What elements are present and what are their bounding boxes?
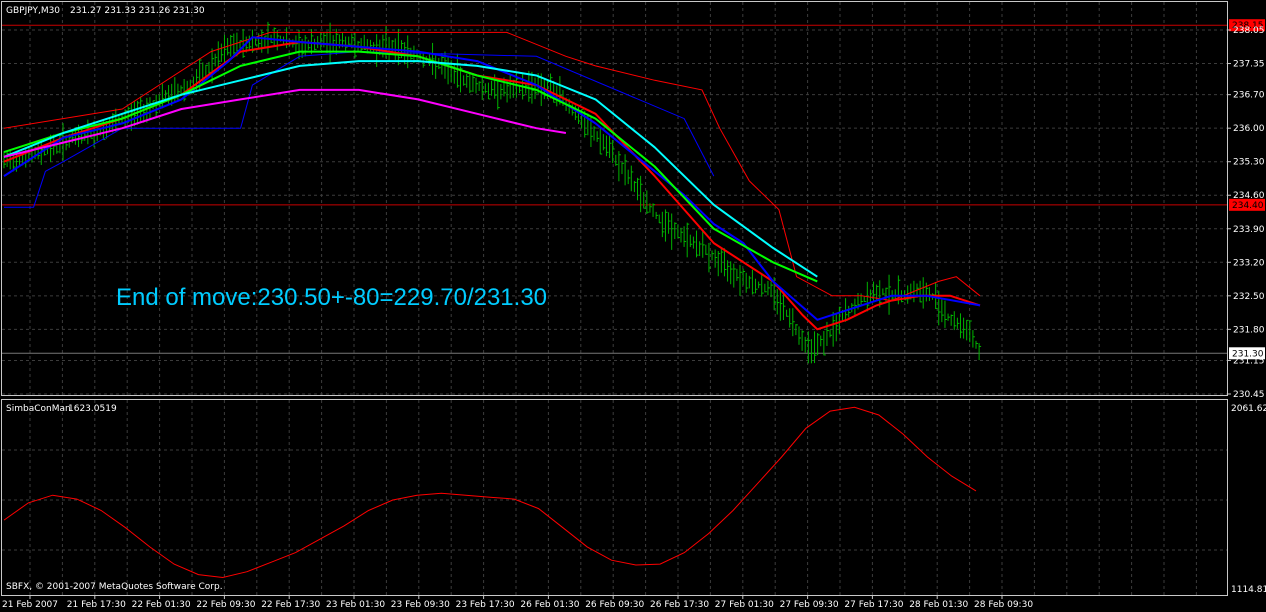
x-tick-label: 26 Feb 17:30 [650,600,709,610]
indicator-value: 1623.0519 [68,404,117,414]
x-tick-label: 22 Feb 17:30 [261,600,320,610]
x-tick-label: 26 Feb 09:30 [585,600,644,610]
annotation-text: End of move:230.50+-80=229.70/231.30 [116,284,547,311]
x-tick-label: 28 Feb 01:30 [909,600,968,610]
osc-min-label: 1114.8194 [1231,585,1266,595]
indicator-name: SimbaConMan [6,404,71,414]
x-tick-label: 27 Feb 01:30 [715,600,774,610]
x-tick-label: 26 Feb 01:30 [520,600,579,610]
x-tick-label: 21 Feb 17:30 [67,600,126,610]
x-tick-label: 27 Feb 17:30 [844,600,903,610]
x-tick-label: 23 Feb 09:30 [391,600,450,610]
x-tick-label: 21 Feb 2007 [2,600,58,610]
price-tag-label: 234.40 [1232,201,1264,211]
y-tick-label: 231.15 [1233,356,1265,366]
y-tick-label: 232.50 [1233,292,1265,302]
y-tick-label: 231.80 [1233,325,1265,335]
y-tick-label: 233.20 [1233,258,1265,268]
x-tick-label: 28 Feb 09:30 [974,600,1033,610]
y-tick-label: 235.30 [1233,158,1265,168]
y-tick-label: 236.00 [1233,124,1265,134]
trading-chart[interactable]: 238.15234.40231.30 238.05237.35236.70236… [0,0,1266,612]
x-tick-label: 22 Feb 01:30 [132,600,191,610]
y-tick-label: 238.05 [1233,26,1265,36]
chart-ohlc: 231.27 231.33 231.26 231.30 [70,6,205,16]
x-tick-label: 27 Feb 09:30 [780,600,839,610]
x-tick-label: 23 Feb 17:30 [456,600,515,610]
y-tick-label: 234.60 [1233,191,1265,201]
chart-symbol: GBPJPY,M30 [6,6,60,16]
y-tick-label: 233.90 [1233,225,1265,235]
copyright-text: SBFX, © 2001-2007 MetaQuotes Software Co… [6,582,223,592]
osc-max-label: 2061.6249 [1231,404,1266,414]
x-tick-label: 23 Feb 01:30 [326,600,385,610]
y-tick-label: 237.35 [1233,60,1265,70]
x-tick-label: 22 Feb 09:30 [196,600,255,610]
y-tick-label: 236.70 [1233,91,1265,101]
y-tick-label: 230.45 [1233,390,1265,400]
